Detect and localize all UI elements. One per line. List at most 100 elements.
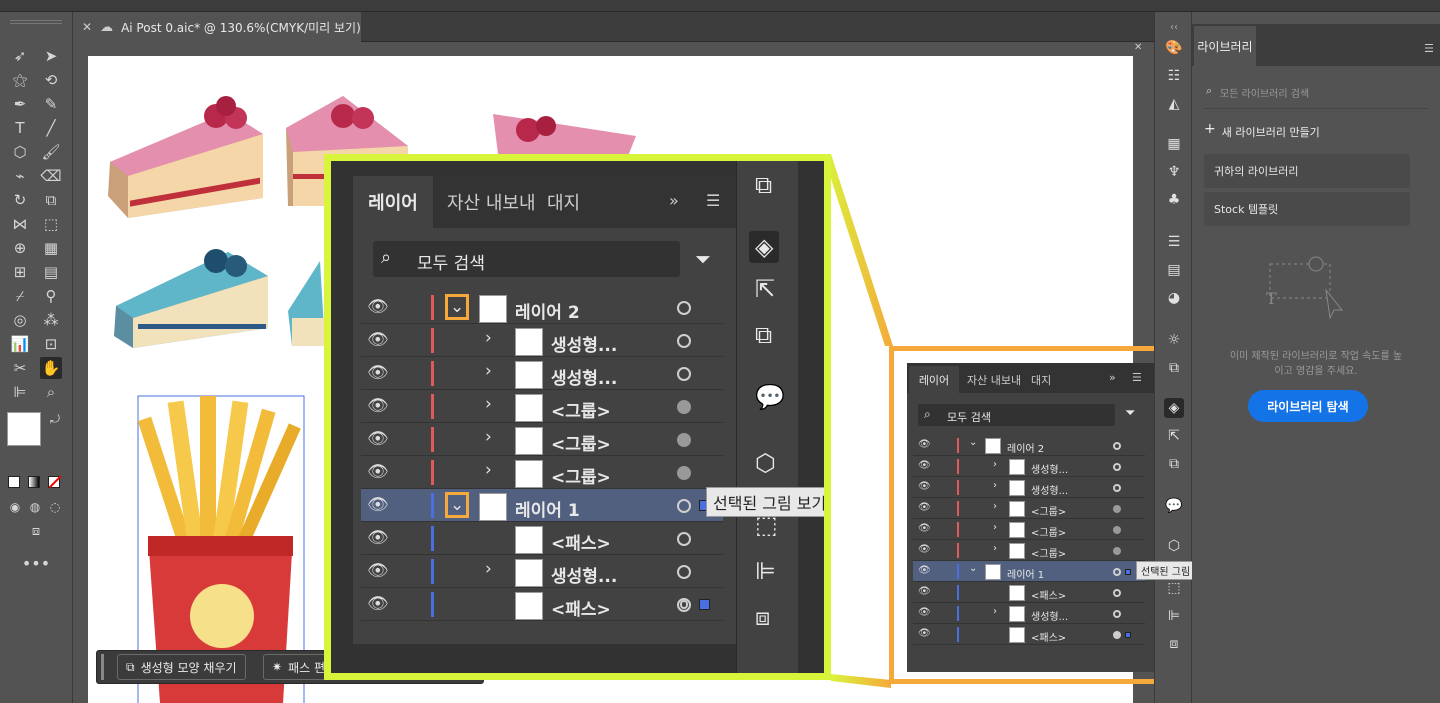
target-indicator-icon[interactable] [1113,588,1121,597]
expand-chevron-icon[interactable]: ⌄ [445,492,470,519]
layer-name[interactable]: 생성형... [1031,482,1068,497]
layer-row[interactable]: 👁 › 생성형... [913,477,1145,498]
visibility-eye-icon[interactable]: 👁 [367,594,389,614]
gradient-icon[interactable]: ▤ [1164,260,1184,280]
layer-name[interactable]: <패스> [551,529,611,554]
visibility-eye-icon[interactable]: 👁 [918,565,931,576]
small-tab-asset-export[interactable]: 자산 내보내 [967,372,1025,388]
layer-row[interactable]: 👁 <패스> [361,588,723,621]
layers-icon[interactable]: ◈ [1164,398,1184,418]
small-panel-expand-icon[interactable]: » [1109,371,1116,384]
collapse-chevron-icon[interactable]: › [993,480,997,491]
layer-row[interactable]: 👁 › <그룹> [361,423,723,456]
layer-name[interactable]: <패스> [551,595,611,620]
expand-chevron-icon[interactable]: ⌄ [445,294,470,321]
selection-square-icon[interactable] [1125,568,1131,575]
color-palette-icon[interactable]: 🎨 [1164,38,1184,58]
layer-name[interactable]: <패스> [1031,587,1066,602]
zoom-copy-icon[interactable]: ⧉ [755,321,772,349]
layer-row[interactable]: 👁 › <그룹> [361,456,723,489]
target-indicator-icon[interactable] [677,333,691,348]
layer-row[interactable]: 👁 <패스> [913,582,1145,603]
transform-icon[interactable]: ⬚ [1164,578,1184,598]
export-icon[interactable]: ⇱ [1164,426,1184,446]
zoom-filter-icon[interactable]: ⏷ [695,247,711,271]
selection-square-icon[interactable] [1125,631,1131,638]
layer-name[interactable]: 생성형... [1031,608,1068,623]
target-indicator-icon[interactable] [1113,609,1121,618]
target-indicator-icon[interactable] [677,465,691,480]
layer-row[interactable]: 👁 › <그룹> [361,390,723,423]
visibility-eye-icon[interactable]: 👁 [918,586,931,597]
collapse-chevron-icon[interactable]: › [485,559,492,579]
transparency-icon[interactable]: ◕ [1164,288,1184,308]
collapse-chevron-icon[interactable]: › [993,543,997,554]
layer-name[interactable]: <그룹> [551,430,611,455]
visibility-eye-icon[interactable]: 👁 [918,607,931,618]
layer-row[interactable]: 👁 ⌄ 레이어 1 [361,489,723,522]
visibility-eye-icon[interactable]: 👁 [367,297,389,317]
symbols-icon[interactable]: ♣ [1164,190,1184,210]
properties-icon[interactable]: ☷ [1164,66,1184,86]
libraries-icon[interactable]: ☼ [1164,330,1184,350]
new-library-button[interactable]: + 새 라이브러리 만들기 [1204,122,1320,140]
layer-name[interactable]: <그룹> [1031,545,1066,560]
browse-libraries-button[interactable]: 라이브러리 탐색 [1248,390,1368,422]
brushes-icon[interactable]: ♆ [1164,162,1184,182]
collapse-chevron-icon[interactable]: › [993,501,997,512]
zoom-artboard-nav-icon[interactable]: ⧉ [755,171,772,199]
tab-libraries[interactable]: 라이브러리 [1194,26,1256,66]
target-indicator-icon[interactable] [677,399,691,414]
layer-name[interactable]: <그룹> [551,397,611,422]
zoom-3d-icon[interactable]: ⬡ [755,449,776,477]
zoom-comments-icon[interactable]: 💬 [755,383,785,411]
layer-row[interactable]: 👁 › <그룹> [913,498,1145,519]
layer-row[interactable]: 👁 › 생성형... [361,357,723,390]
layer-row[interactable]: 👁 › <그룹> [913,519,1145,540]
visibility-eye-icon[interactable]: 👁 [367,528,389,548]
layer-name[interactable]: <그룹> [1031,503,1066,518]
layer-name[interactable]: <그룹> [551,463,611,488]
layer-row[interactable]: 👁 › 생성형... [913,603,1145,624]
visibility-eye-icon[interactable]: 👁 [918,544,931,555]
layer-row[interactable]: 👁 <패스> [913,624,1145,645]
target-indicator-icon[interactable] [677,564,691,579]
expand-chevron-icon[interactable]: ⌄ [969,563,977,574]
selection-square-icon[interactable] [699,599,710,610]
collapse-chevron-icon[interactable]: › [485,460,492,480]
visibility-eye-icon[interactable]: 👁 [918,523,931,534]
comments-icon[interactable]: 💬 [1164,496,1184,516]
layer-name[interactable]: 레이어 1 [1007,566,1044,581]
visibility-eye-icon[interactable]: 👁 [367,330,389,350]
zoom-tab-artboards[interactable]: 대지 [547,189,580,215]
target-indicator-icon[interactable] [677,366,691,381]
swatches-icon[interactable]: ▦ [1164,134,1184,154]
visibility-eye-icon[interactable]: 👁 [918,502,931,513]
target-indicator-icon[interactable] [677,498,691,513]
target-indicator-icon[interactable] [1113,546,1121,555]
appearance-icon[interactable]: ◭ [1164,94,1184,114]
layer-row[interactable]: 👁 ⌄ 레이어 2 [913,435,1145,456]
visibility-eye-icon[interactable]: 👁 [367,396,389,416]
stroke-icon[interactable]: ☰ [1164,232,1184,252]
collapse-chevron-icon[interactable]: › [993,459,997,470]
library-search-input[interactable]: 모든 라이브러리 검색 [1220,85,1309,100]
collapse-chevron-icon[interactable]: › [485,328,492,348]
target-indicator-icon[interactable] [1113,567,1121,576]
layer-name[interactable]: 레이어 2 [1007,440,1044,455]
collapse-chevron-icon[interactable]: › [485,361,492,381]
small-filter-icon[interactable]: ⏷ [1125,406,1135,421]
target-indicator-icon[interactable] [677,300,691,315]
target-indicator-icon[interactable] [1113,441,1121,450]
visibility-eye-icon[interactable]: 👁 [918,628,931,639]
zoom-export-icon[interactable]: ⇱ [755,275,775,303]
target-indicator-icon[interactable] [1113,525,1121,534]
target-indicator-icon[interactable] [1113,462,1121,471]
layer-name[interactable]: <패스> [1031,629,1066,644]
visibility-eye-icon[interactable]: 👁 [367,561,389,581]
small-tab-layers[interactable]: 레이어 [909,366,959,393]
your-libraries-button[interactable]: 귀하의 라이브러리 [1204,154,1410,188]
zoom-panel-expand-icon[interactable]: » [669,191,679,210]
target-indicator-icon[interactable] [1113,483,1121,492]
visibility-eye-icon[interactable]: 👁 [367,429,389,449]
